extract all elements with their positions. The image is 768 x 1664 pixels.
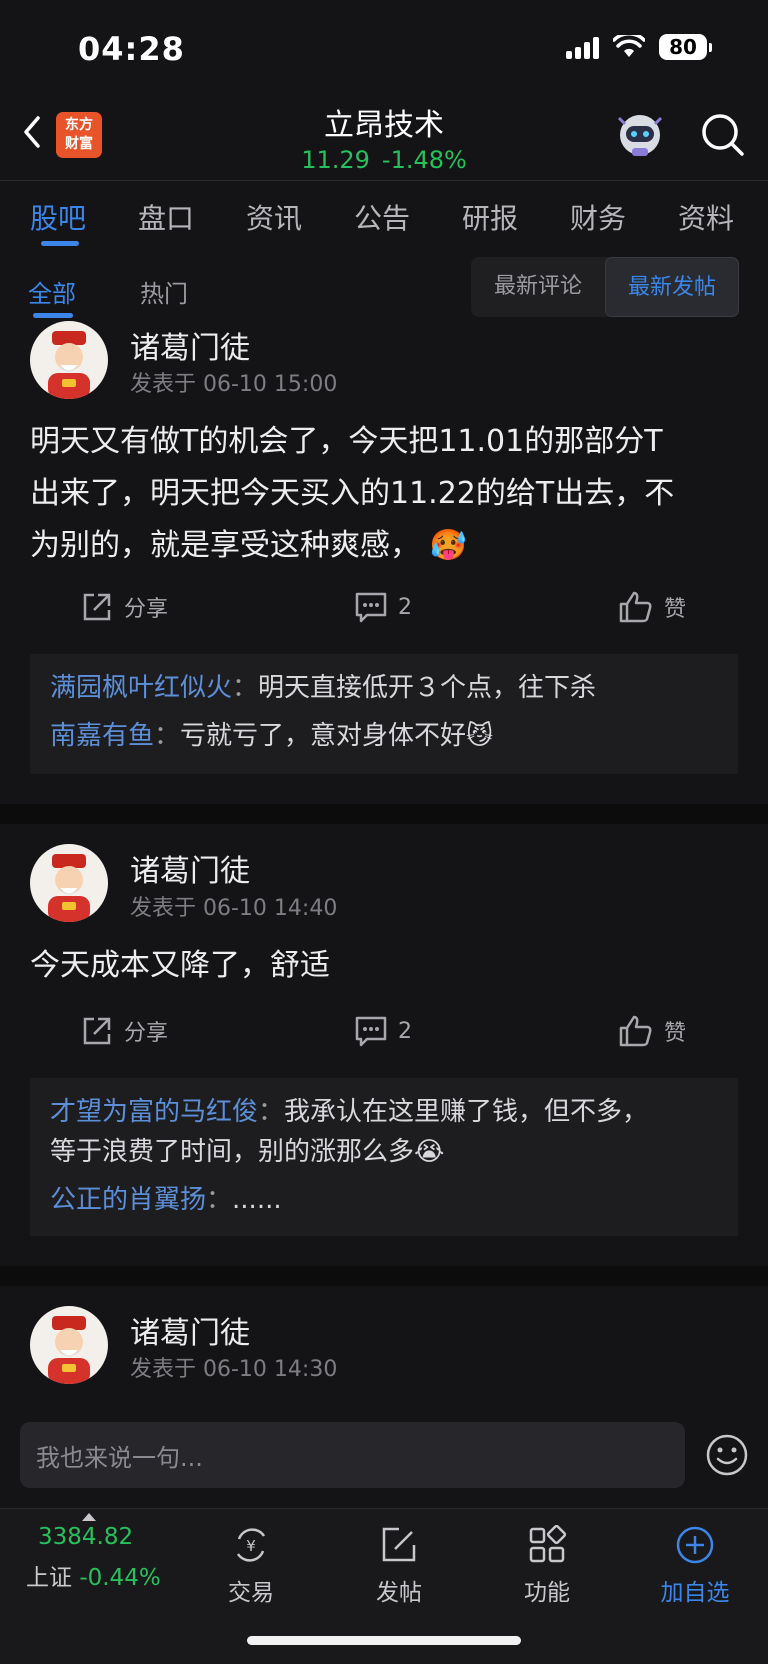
caishen-avatar-icon [48, 1316, 90, 1384]
subtab-active-indicator [33, 313, 73, 318]
index-summary[interactable]: 上证 -0.44% [26, 1558, 161, 1592]
reply-author: 南嘉有鱼 [50, 721, 155, 751]
index-change: -0.44% [79, 1565, 161, 1591]
tab-active-indicator [41, 241, 79, 246]
post-time: 发表于 06-10 15:00 [130, 372, 338, 397]
tab-research[interactable]: 研报 [462, 197, 518, 237]
compose-icon [382, 1527, 416, 1562]
thumbs-up-icon [619, 591, 652, 623]
emoji-hot-face: 🥵 [429, 528, 467, 563]
comment-icon [355, 1016, 387, 1047]
post-author[interactable]: 诸葛门徒 [130, 1308, 250, 1352]
post-time: 发表于 06-10 14:30 [130, 1357, 338, 1382]
emoji-crying: 😭 [414, 1137, 445, 1167]
post-author[interactable]: 诸葛门徒 [130, 323, 250, 367]
post-time: 发表于 06-10 14:40 [130, 896, 338, 921]
share-button[interactable]: 分享 [80, 1014, 168, 1048]
thumbs-up-icon [619, 1015, 652, 1047]
status-icons: 80 [566, 34, 712, 60]
reply-item: 公正的肖翼扬：...... [50, 1185, 282, 1215]
tab-finance[interactable]: 财务 [570, 197, 626, 237]
search-icon[interactable] [698, 110, 748, 160]
caishen-avatar-icon [48, 331, 90, 399]
signal-icon [566, 35, 599, 59]
share-icon [83, 1017, 111, 1045]
emoji-icon[interactable] [705, 1433, 749, 1477]
comment-button[interactable]: 2 [354, 590, 412, 624]
sort-latest-comment[interactable]: 最新评论 [471, 257, 605, 317]
stock-tabs: 股吧 盘口 资讯 公告 研报 财务 资料 [0, 180, 768, 249]
index-name: 上证 [26, 1565, 72, 1591]
svg-text:¥: ¥ [246, 1537, 256, 1555]
caret-up-icon [82, 1513, 96, 1521]
add-circle-icon [676, 1526, 714, 1564]
like-button[interactable]: 赞 [618, 590, 686, 624]
ai-robot-icon[interactable] [615, 110, 665, 160]
tab-profile[interactable]: 资料 [678, 197, 734, 237]
index-value[interactable]: 3384.82 [38, 1524, 133, 1550]
avatar[interactable] [30, 1306, 108, 1384]
tab-guba[interactable]: 股吧 [30, 197, 86, 237]
emoji-cat: 😼 [466, 721, 494, 751]
reply-item: 才望为富的马红俊：我承认在这里赚了钱，但不多， 等于浪费了时间，别的涨那么多😭 [50, 1097, 649, 1167]
nav-post[interactable]: 发帖 [344, 1509, 454, 1607]
comment-icon [355, 592, 387, 623]
comment-input[interactable]: 我也来说一句... [20, 1422, 685, 1488]
nav-add-watchlist[interactable]: 加自选 [640, 1509, 750, 1607]
grid-icon [529, 1524, 567, 1563]
home-indicator[interactable] [247, 1636, 521, 1645]
sort-latest-post[interactable]: 最新发帖 [605, 257, 739, 317]
yuan-exchange-icon: ¥ [236, 1528, 266, 1562]
tab-news[interactable]: 资讯 [246, 197, 302, 237]
post-divider [0, 804, 768, 824]
share-button[interactable]: 分享 [80, 590, 168, 624]
tab-announcements[interactable]: 公告 [354, 197, 410, 237]
subtab-all[interactable]: 全部 [28, 274, 76, 309]
stock-price: 11.29 [301, 146, 370, 174]
post-author[interactable]: 诸葛门徒 [130, 846, 250, 890]
avatar[interactable] [30, 844, 108, 922]
comment-button[interactable]: 2 [354, 1014, 412, 1048]
reply-item: 南嘉有鱼：亏就亏了，意对身体不好😼 [50, 721, 494, 751]
like-button[interactable]: 赞 [618, 1014, 686, 1048]
post-content[interactable]: 今天成本又降了，舒适 [30, 940, 730, 992]
tab-pankou[interactable]: 盘口 [138, 197, 194, 237]
reply-preview[interactable]: 满园枫叶红似火：明天直接低开３个点，往下杀 南嘉有鱼：亏就亏了，意对身体不好😼 [30, 654, 738, 774]
reply-item: 满园枫叶红似火：明天直接低开３个点，往下杀 [50, 673, 597, 703]
nav-functions[interactable]: 功能 [492, 1509, 602, 1607]
reply-author: 满园枫叶红似火 [50, 673, 233, 703]
wifi-icon [613, 35, 645, 57]
reply-preview[interactable]: 才望为富的马红俊：我承认在这里赚了钱，但不多， 等于浪费了时间，别的涨那么多😭 … [30, 1078, 738, 1236]
comment-placeholder: 我也来说一句... [36, 1444, 203, 1472]
avatar[interactable] [30, 321, 108, 399]
battery-icon: 80 [659, 34, 712, 60]
post-divider [0, 1266, 768, 1286]
sort-toggle: 最新评论 最新发帖 [471, 257, 739, 317]
reply-author: 公正的肖翼扬 [50, 1185, 207, 1215]
reply-author: 才望为富的马红俊 [50, 1097, 259, 1127]
subtab-hot[interactable]: 热门 [140, 274, 188, 309]
post-content[interactable]: 明天又有做T的机会了，今天把11.01的那部分T 出来了，明天把今天买入的11.… [30, 416, 730, 572]
nav-trade[interactable]: ¥ 交易 [196, 1509, 306, 1607]
stock-change: -1.48% [381, 146, 467, 174]
caishen-avatar-icon [48, 854, 90, 922]
status-time: 04:28 [78, 30, 185, 68]
share-icon [83, 593, 111, 621]
